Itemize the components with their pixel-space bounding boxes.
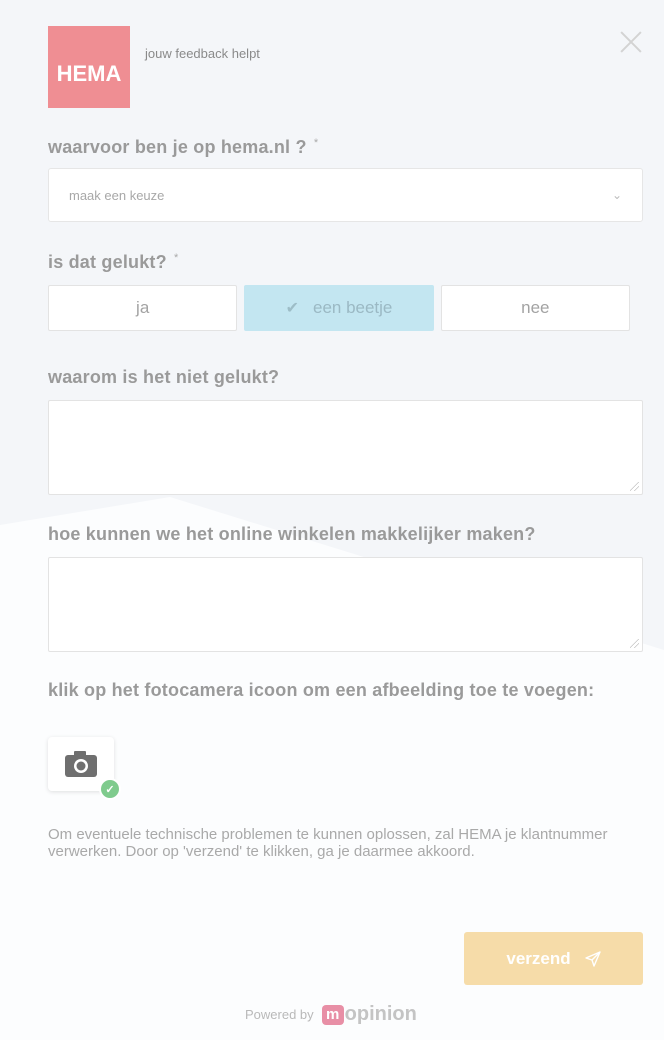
option-ja-label: ja: [136, 298, 150, 317]
improve-textarea[interactable]: [48, 557, 643, 652]
option-een-beetje[interactable]: ✔ een beetje: [244, 285, 434, 331]
question-purpose-label: waarvoor ben je op hema.nl ? *: [48, 137, 318, 158]
required-mark: *: [313, 137, 319, 149]
hema-logo: HEMA: [48, 26, 130, 108]
option-nee-label: nee: [521, 298, 550, 317]
option-ja[interactable]: ja: [48, 285, 238, 331]
powered-by-text: Powered by: [245, 1007, 314, 1022]
question-success-text: is dat gelukt?: [48, 252, 167, 272]
logo-text: HEMA: [56, 61, 122, 86]
purpose-select-value: maak een keuze: [69, 187, 165, 203]
resize-handle[interactable]: [630, 482, 639, 491]
check-badge-icon: ✓: [99, 778, 121, 800]
option-nee[interactable]: nee: [440, 285, 630, 331]
required-mark: *: [174, 252, 179, 264]
submit-label: verzend: [506, 948, 571, 968]
question-improve-label: hoe kunnen we het online winkelen makkel…: [48, 524, 536, 544]
check-icon: ✔: [285, 300, 299, 317]
question-success-label: is dat gelukt? *: [48, 252, 179, 273]
mopinion-logo-text: opinion: [344, 1003, 417, 1025]
success-options: ja ✔ een beetje nee: [48, 285, 630, 331]
question-purpose-text: waarvoor ben je op hema.nl ?: [48, 137, 307, 157]
privacy-note: Om eventuele technische problemen te kun…: [48, 826, 608, 860]
purpose-select[interactable]: maak een keuze ⌄: [48, 168, 643, 222]
question-photo-label: klik op het fotocamera icoon om een afbe…: [48, 680, 595, 700]
feedback-panel: HEMA jouw feedback helpt waarvoor ben je…: [25, 0, 664, 1040]
why-textarea[interactable]: [48, 400, 643, 495]
mopinion-logo: m opinion: [321, 1003, 417, 1026]
question-why-label: waarom is het niet gelukt?: [48, 367, 280, 387]
mopinion-logo-mark: m: [321, 1004, 344, 1025]
chevron-down-icon: ⌄: [611, 188, 622, 202]
camera-icon: [65, 751, 97, 777]
tagline: jouw feedback helpt: [145, 46, 260, 61]
close-icon[interactable]: [617, 28, 645, 56]
option-een-beetje-label: een beetje: [312, 298, 393, 317]
powered-by[interactable]: Powered by m opinion: [245, 1003, 417, 1026]
submit-button[interactable]: verzend: [464, 932, 643, 985]
send-icon: [584, 950, 601, 967]
resize-handle[interactable]: [630, 639, 639, 648]
